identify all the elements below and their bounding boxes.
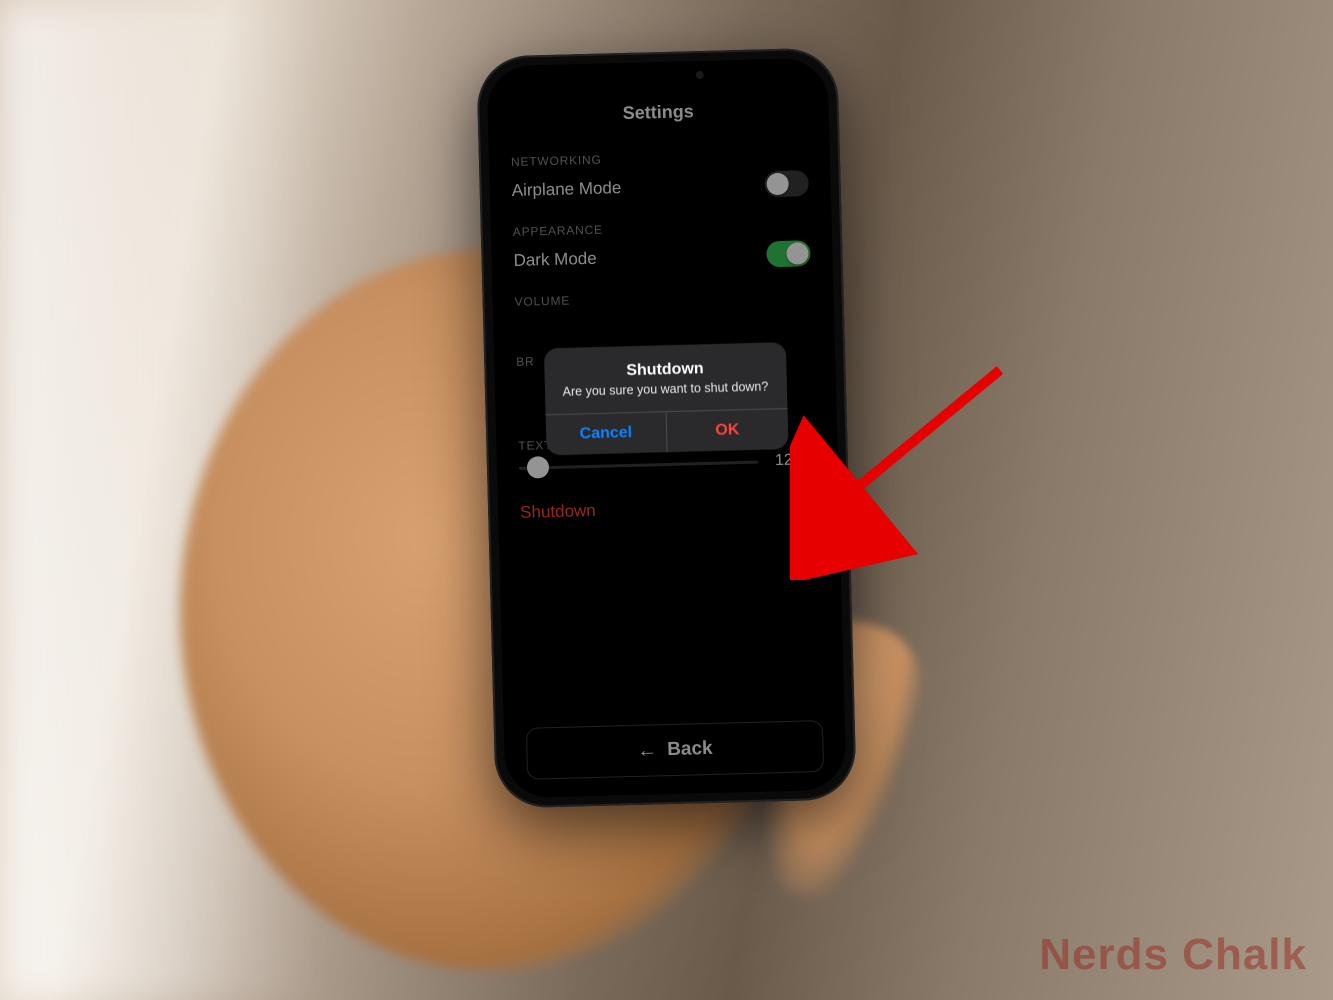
- alert-body: Shutdown Are you sure you want to shut d…: [543, 342, 787, 415]
- cancel-button[interactable]: Cancel: [545, 413, 668, 456]
- phone-frame: Settings NETWORKING Airplane Mode APPEAR…: [476, 47, 857, 808]
- ok-button[interactable]: OK: [667, 409, 789, 452]
- phone-notch: [577, 60, 738, 92]
- alert-message: Are you sure you want to shut down?: [558, 379, 772, 400]
- phone-screen-area: Settings NETWORKING Airplane Mode APPEAR…: [486, 58, 846, 799]
- alert-buttons: Cancel OK: [545, 408, 788, 455]
- alert-title: Shutdown: [558, 358, 772, 382]
- watermark-text: Nerds Chalk: [1039, 930, 1307, 980]
- shutdown-alert: Shutdown Are you sure you want to shut d…: [543, 342, 788, 456]
